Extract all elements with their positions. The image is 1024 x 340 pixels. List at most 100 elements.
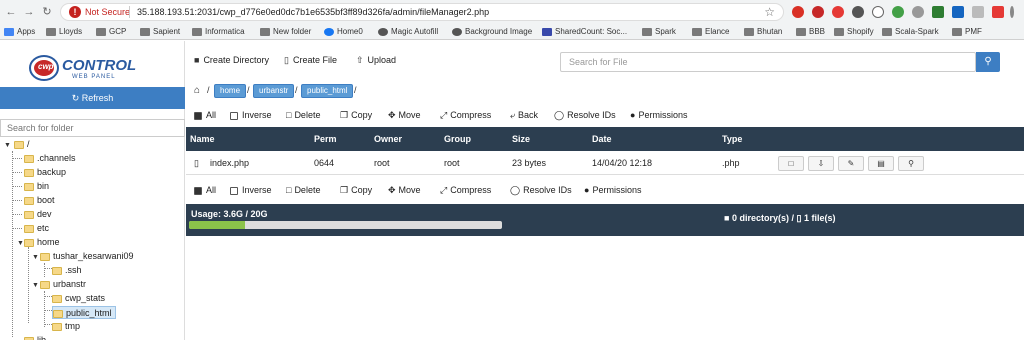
back-button[interactable]: ⤶ Back <box>510 110 538 121</box>
folder-icon <box>53 309 63 318</box>
breadcrumb-item[interactable]: home <box>214 84 247 98</box>
tree-item-home[interactable]: home <box>24 236 60 249</box>
inverse-button[interactable]: Inverse <box>230 185 272 195</box>
folder-icon: ■ <box>724 213 732 223</box>
tree-item-ssh[interactable]: .ssh <box>52 264 82 277</box>
permissions-button[interactable]: ● Permissions <box>584 185 641 195</box>
address-bar[interactable]: ! Not Secure 35.188.193.51:2031/cwp_d776… <box>60 3 784 21</box>
tree-item-tmp[interactable]: tmp <box>52 320 80 333</box>
extension-icon[interactable] <box>872 6 884 18</box>
extension-icon[interactable] <box>992 6 1004 18</box>
breadcrumb-item[interactable]: public_html <box>301 84 354 98</box>
extension-icon[interactable] <box>912 6 924 18</box>
search-file-button[interactable]: ⚲ <box>898 156 924 171</box>
collapse-icon[interactable]: ▼ <box>32 254 39 261</box>
url-divider <box>129 6 130 18</box>
refresh-button[interactable]: ↻ Refresh <box>0 87 185 109</box>
collapse-icon[interactable]: ▼ <box>4 142 11 149</box>
delete-file-button[interactable]: □ <box>778 156 804 171</box>
breadcrumb-item[interactable]: urbanstr <box>253 84 295 98</box>
tree-item-bin[interactable]: bin <box>24 180 49 193</box>
tree-item-public-html[interactable]: public_html <box>52 306 116 319</box>
compress-button[interactable]: ⤢ Compress <box>440 185 491 196</box>
download-file-button[interactable]: ⇩ <box>808 156 834 171</box>
move-button[interactable]: ✥ Move <box>388 110 421 121</box>
column-header[interactable]: Size <box>512 134 530 144</box>
bookmark-item[interactable]: Spark <box>642 26 676 38</box>
tree-item-lib[interactable]: lib <box>24 334 46 340</box>
bookmark-item[interactable]: PMF <box>952 26 982 38</box>
tree-item-backup[interactable]: backup <box>24 166 66 179</box>
apps-icon <box>4 28 14 36</box>
compress-button[interactable]: ⤢ Compress <box>440 110 491 121</box>
select-all-button[interactable]: All <box>194 185 216 195</box>
column-header[interactable]: Date <box>592 134 612 144</box>
inverse-button[interactable]: Inverse <box>230 110 272 120</box>
bookmark-item[interactable]: Home0 <box>324 26 363 38</box>
folder-search-input[interactable] <box>0 119 185 137</box>
resolve-ids-button[interactable]: ◯ Resolve IDs <box>510 185 572 196</box>
create-file-button[interactable]: ▯ Create File <box>284 55 337 66</box>
bookmark-item[interactable]: SharedCount: Soc... <box>542 26 627 38</box>
delete-button[interactable]: □ Delete <box>286 110 320 120</box>
extension-icon[interactable] <box>952 6 964 18</box>
bookmark-item[interactable]: Magic Autofill <box>378 26 438 38</box>
edit-file-button[interactable]: ✎ <box>838 156 864 171</box>
tree-item-root[interactable]: / <box>14 138 30 151</box>
extension-icon[interactable] <box>852 6 864 18</box>
copy-button[interactable]: ❐ Copy <box>340 110 372 121</box>
bookmark-item[interactable]: New folder <box>260 26 311 38</box>
bookmark-item[interactable]: Sapient <box>140 26 180 38</box>
forward-arrow-icon[interactable]: → <box>22 5 36 19</box>
tree-item-cwp-stats[interactable]: cwp_stats <box>52 292 105 305</box>
tree-item-dev[interactable]: dev <box>24 208 52 221</box>
bookmark-item[interactable]: Bhutan <box>744 26 782 38</box>
select-all-button[interactable]: All <box>194 110 216 120</box>
bookmark-item[interactable]: Shopify <box>834 26 874 38</box>
bookmark-item[interactable]: Informatica <box>192 26 245 38</box>
extension-icon[interactable] <box>892 6 904 18</box>
tree-item-channels[interactable]: .channels <box>24 152 76 165</box>
collapse-icon[interactable]: ▼ <box>32 282 39 289</box>
extension-icon[interactable] <box>972 6 984 18</box>
star-icon[interactable]: ☆ <box>764 5 775 19</box>
view-file-button[interactable]: ▤ <box>868 156 894 171</box>
create-directory-button[interactable]: ■ Create Directory <box>194 55 269 65</box>
bookmark-apps[interactable]: Apps <box>4 26 35 38</box>
search-button[interactable]: ⚲ <box>976 52 1000 72</box>
tree-item-tushar[interactable]: tushar_kesarwani09 <box>40 250 134 263</box>
bookmark-item[interactable]: GCP <box>96 26 126 38</box>
bookmark-item[interactable]: BBB <box>796 26 825 38</box>
collapse-icon[interactable]: ▼ <box>17 240 24 247</box>
bookmark-item[interactable]: Scala-Spark <box>882 26 939 38</box>
column-header[interactable]: Owner <box>374 134 402 144</box>
delete-button[interactable]: □ Delete <box>286 185 320 195</box>
bookmark-item[interactable]: Background Image <box>452 26 532 38</box>
upload-button[interactable]: ⇧ Upload <box>356 55 396 66</box>
permissions-button[interactable]: ● Permissions <box>630 110 687 120</box>
column-header[interactable]: Perm <box>314 134 337 144</box>
bookmark-item[interactable]: Lloyds <box>46 26 82 38</box>
file-name[interactable]: index.php <box>210 158 249 168</box>
column-header[interactable]: Group <box>444 134 471 144</box>
bookmark-item[interactable]: Elance <box>692 26 729 38</box>
reload-icon[interactable]: ↻ <box>40 5 54 19</box>
extension-icon[interactable] <box>812 6 824 18</box>
copy-button[interactable]: ❐ Copy <box>340 185 372 196</box>
extension-icon[interactable] <box>792 6 804 18</box>
extension-icon[interactable] <box>932 6 944 18</box>
menu-icon[interactable] <box>1010 6 1014 18</box>
tree-item-boot[interactable]: boot <box>24 194 55 207</box>
move-button[interactable]: ✥ Move <box>388 185 421 196</box>
back-arrow-icon[interactable]: ← <box>4 5 18 19</box>
column-header[interactable]: Name <box>190 134 215 144</box>
tree-item-etc[interactable]: etc <box>24 222 49 235</box>
extension-icon[interactable] <box>832 6 844 18</box>
url-text[interactable]: 35.188.193.51:2031/cwp_d776e0ed0dc7b1e65… <box>137 7 489 17</box>
home-icon[interactable]: ⌂ <box>194 85 200 96</box>
table-row[interactable]: ▯ index.php 0644 root root 23 bytes 14/0… <box>186 151 1024 175</box>
file-search-input[interactable]: Search for File <box>560 52 976 72</box>
tree-item-urbanstr[interactable]: urbanstr <box>40 278 86 291</box>
resolve-ids-button[interactable]: ◯ Resolve IDs <box>554 110 616 121</box>
column-header[interactable]: Type <box>722 134 742 144</box>
